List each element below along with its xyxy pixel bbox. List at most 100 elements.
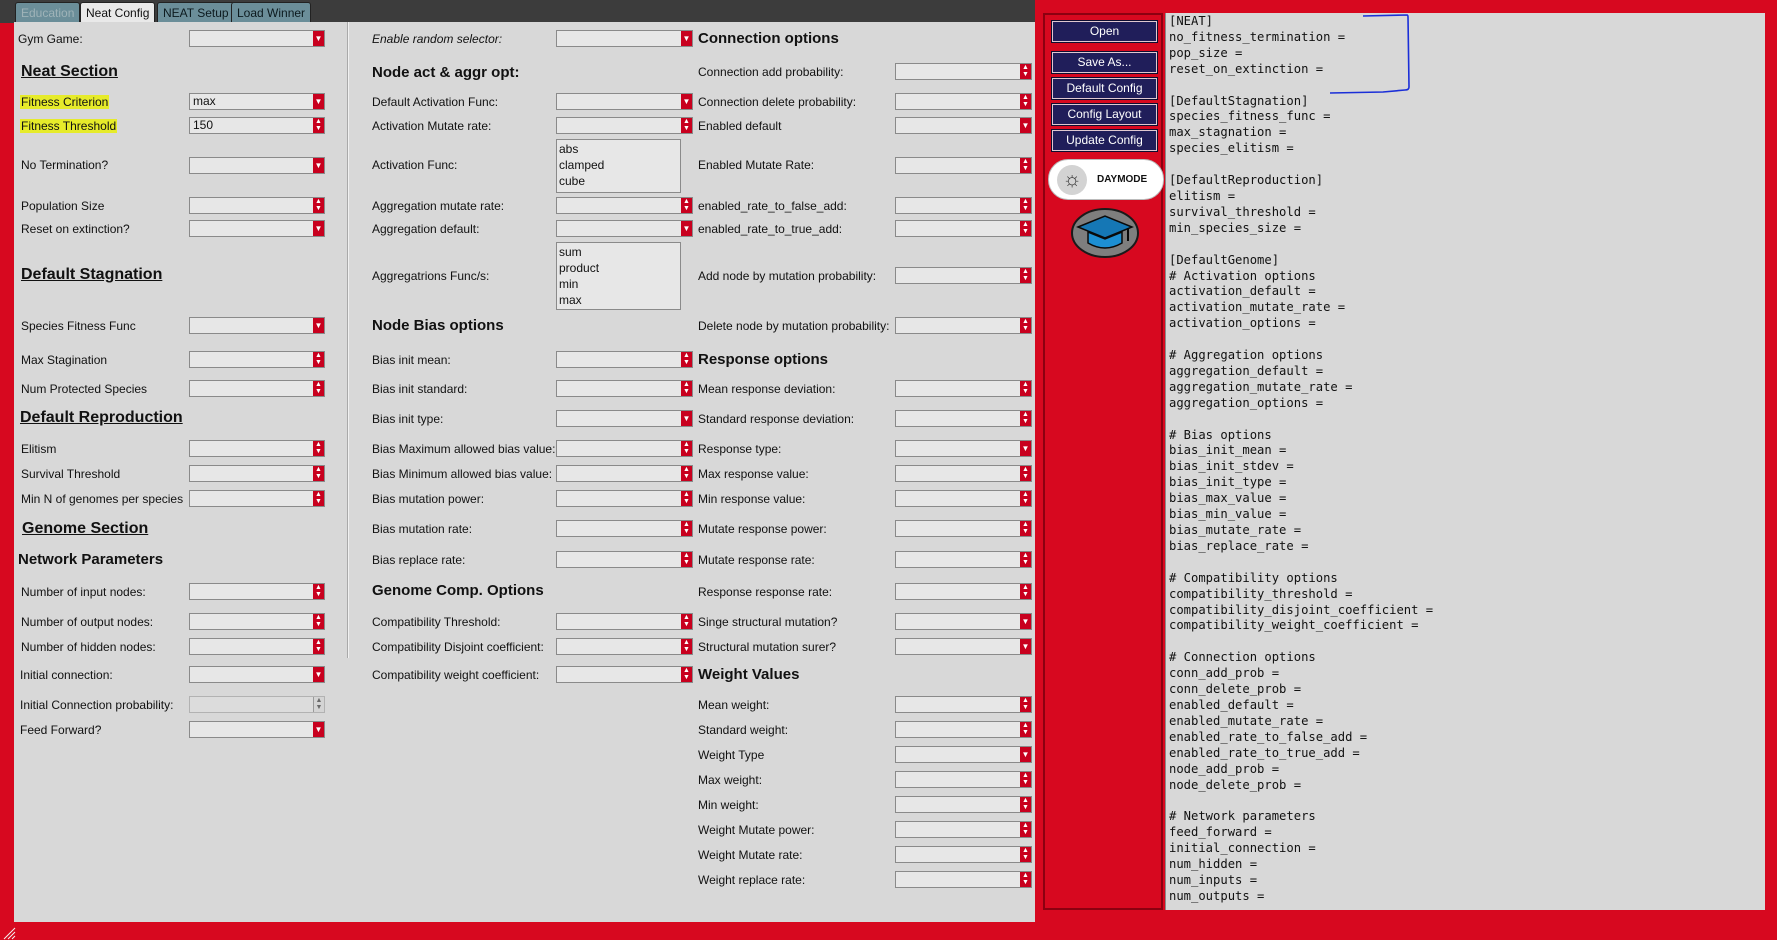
spin-arrows-icon[interactable]: ▲ ▼ — [1020, 847, 1031, 862]
activation-func-listbox[interactable]: abs clamped cube — [556, 139, 681, 193]
spin-arrows-icon[interactable]: ▲ ▼ — [1020, 318, 1031, 333]
spin-arrows-icon[interactable]: ▲ ▼ — [1020, 466, 1031, 481]
bias-mutation-rate-spinbox[interactable]: ▲ ▼ — [556, 520, 693, 537]
spin-arrows-icon[interactable]: ▲ ▼ — [681, 466, 692, 481]
num-protected-species-spinbox[interactable]: ▲ ▼ — [189, 380, 325, 397]
chevron-down-icon[interactable]: ▼ — [313, 667, 324, 682]
chevron-down-icon[interactable]: ▼ — [1020, 118, 1031, 133]
weight-type-dropdown[interactable]: ▼ — [895, 746, 1032, 763]
std-response-dev-spinbox[interactable]: ▲ ▼ — [895, 410, 1032, 427]
spin-arrows-icon[interactable]: ▲ ▼ — [681, 441, 692, 456]
structural-surer-dropdown[interactable]: ▼ — [895, 638, 1032, 655]
survival-threshold-spinbox[interactable]: ▲ ▼ — [189, 465, 325, 482]
no-termination-dropdown[interactable]: ▼ — [189, 157, 325, 174]
mean-response-dev-spinbox[interactable]: ▲ ▼ — [895, 380, 1032, 397]
spin-arrows-icon[interactable]: ▲ ▼ — [313, 697, 324, 712]
spin-arrows-icon[interactable]: ▲ ▼ — [1020, 268, 1031, 283]
response-response-rate-spinbox[interactable]: ▲ ▼ — [895, 583, 1032, 600]
conn-add-spinbox[interactable]: ▲ ▼ — [895, 63, 1032, 80]
spin-arrows-icon[interactable]: ▲ ▼ — [1020, 772, 1031, 787]
singe-structural-dropdown[interactable]: ▼ — [895, 613, 1032, 630]
bias-replace-rate-spinbox[interactable]: ▲ ▼ — [556, 551, 693, 568]
spin-arrows-icon[interactable]: ▲ ▼ — [681, 118, 692, 133]
bias-min-spinbox[interactable]: ▲ ▼ — [556, 465, 693, 482]
open-button[interactable]: Open — [1051, 20, 1158, 43]
list-item[interactable]: min — [559, 276, 678, 292]
spin-arrows-icon[interactable]: ▲ ▼ — [681, 667, 692, 682]
chevron-down-icon[interactable]: ▼ — [1020, 639, 1031, 654]
spin-arrows-icon[interactable]: ▲ ▼ — [313, 491, 324, 506]
bias-init-standard-spinbox[interactable]: ▲ ▼ — [556, 380, 693, 397]
reset-on-extinction-dropdown[interactable]: ▼ — [189, 220, 325, 237]
spin-arrows-icon[interactable]: ▲ ▼ — [1020, 697, 1031, 712]
spin-arrows-icon[interactable]: ▲ ▼ — [313, 614, 324, 629]
graduation-cap-icon[interactable] — [1070, 207, 1140, 259]
population-size-spinbox[interactable]: ▲ ▼ — [189, 197, 325, 214]
list-item[interactable]: max — [559, 292, 678, 308]
max-response-spinbox[interactable]: ▲ ▼ — [895, 465, 1032, 482]
initial-connection-dropdown[interactable]: ▼ — [189, 666, 325, 683]
spin-arrows-icon[interactable]: ▲ ▼ — [1020, 797, 1031, 812]
spin-arrows-icon[interactable]: ▲ ▼ — [313, 198, 324, 213]
spin-arrows-icon[interactable]: ▲ ▼ — [1020, 822, 1031, 837]
spin-arrows-icon[interactable]: ▲ ▼ — [313, 381, 324, 396]
chevron-down-icon[interactable]: ▼ — [313, 318, 324, 333]
spin-arrows-icon[interactable]: ▲ ▼ — [1020, 198, 1031, 213]
spin-arrows-icon[interactable]: ▲ ▼ — [1020, 491, 1031, 506]
list-item[interactable]: abs — [559, 141, 678, 157]
spin-arrows-icon[interactable]: ▲ ▼ — [681, 491, 692, 506]
chevron-down-icon[interactable]: ▼ — [313, 722, 324, 737]
elitism-spinbox[interactable]: ▲ ▼ — [189, 440, 325, 457]
spin-arrows-icon[interactable]: ▲ ▼ — [681, 381, 692, 396]
num-hidden-spinbox[interactable]: ▲ ▼ — [189, 638, 325, 655]
bias-init-type-dropdown[interactable]: ▼ — [556, 410, 693, 427]
list-item[interactable]: sum — [559, 244, 678, 260]
spin-arrows-icon[interactable]: ▲ ▼ — [313, 466, 324, 481]
species-fitness-func-dropdown[interactable]: ▼ — [189, 317, 325, 334]
chevron-down-icon[interactable]: ▼ — [313, 158, 324, 173]
enable-random-dropdown[interactable]: ▼ — [556, 30, 693, 47]
weight-mutate-rate-spinbox[interactable]: ▲ ▼ — [895, 846, 1032, 863]
spin-arrows-icon[interactable]: ▲ ▼ — [681, 352, 692, 367]
spin-arrows-icon[interactable]: ▲ ▼ — [313, 639, 324, 654]
chevron-down-icon[interactable]: ▼ — [1020, 441, 1031, 456]
enabled-default-dropdown[interactable]: ▼ — [895, 117, 1032, 134]
tab-education[interactable]: Education — [15, 2, 81, 23]
aggregation-mutate-spinbox[interactable]: ▲ ▼ — [556, 197, 693, 214]
chevron-down-icon[interactable]: ▼ — [681, 221, 692, 236]
daymode-toggle[interactable]: ☼ DAYMODE — [1048, 159, 1164, 200]
spin-arrows-icon[interactable]: ▲ ▼ — [1020, 584, 1031, 599]
chevron-down-icon[interactable]: ▼ — [681, 411, 692, 426]
compat-threshold-spinbox[interactable]: ▲ ▼ — [556, 613, 693, 630]
bias-max-spinbox[interactable]: ▲ ▼ — [556, 440, 693, 457]
spin-arrows-icon[interactable]: ▲ ▼ — [1020, 722, 1031, 737]
chevron-down-icon[interactable]: ▼ — [681, 94, 692, 109]
spin-arrows-icon[interactable]: ▲ ▼ — [1020, 221, 1031, 236]
spin-arrows-icon[interactable]: ▲ ▼ — [1020, 521, 1031, 536]
chevron-down-icon[interactable]: ▼ — [1020, 614, 1031, 629]
rate-true-spinbox[interactable]: ▲ ▼ — [895, 220, 1032, 237]
list-item[interactable]: product — [559, 260, 678, 276]
weight-mutate-power-spinbox[interactable]: ▲ ▼ — [895, 821, 1032, 838]
mutate-response-rate-spinbox[interactable]: ▲ ▼ — [895, 551, 1032, 568]
min-weight-spinbox[interactable]: ▲ ▼ — [895, 796, 1032, 813]
spin-arrows-icon[interactable]: ▲ ▼ — [681, 614, 692, 629]
config-layout-button[interactable]: Config Layout — [1051, 103, 1158, 126]
tab-load-winner[interactable]: Load Winner — [231, 2, 312, 23]
tab-neat-config[interactable]: Neat Config — [80, 2, 156, 23]
min-response-spinbox[interactable]: ▲ ▼ — [895, 490, 1032, 507]
default-activation-dropdown[interactable]: ▼ — [556, 93, 693, 110]
list-item[interactable]: cube — [559, 173, 678, 189]
spin-arrows-icon[interactable]: ▲ ▼ — [1020, 158, 1031, 173]
spin-arrows-icon[interactable]: ▲ ▼ — [1020, 64, 1031, 79]
spin-arrows-icon[interactable]: ▲ ▼ — [1020, 411, 1031, 426]
num-output-spinbox[interactable]: ▲ ▼ — [189, 613, 325, 630]
gym-game-dropdown[interactable]: ▼ — [189, 30, 325, 47]
aggregation-funcs-listbox[interactable]: sum product min max — [556, 242, 681, 310]
spin-arrows-icon[interactable]: ▲ ▼ — [681, 639, 692, 654]
spin-arrows-icon[interactable]: ▲ ▼ — [681, 521, 692, 536]
config-text-editor[interactable]: [NEAT] no_fitness_termination = pop_size… — [1165, 13, 1765, 910]
spin-arrows-icon[interactable]: ▲ ▼ — [681, 198, 692, 213]
chevron-down-icon[interactable]: ▼ — [1020, 747, 1031, 762]
list-item[interactable]: clamped — [559, 157, 678, 173]
